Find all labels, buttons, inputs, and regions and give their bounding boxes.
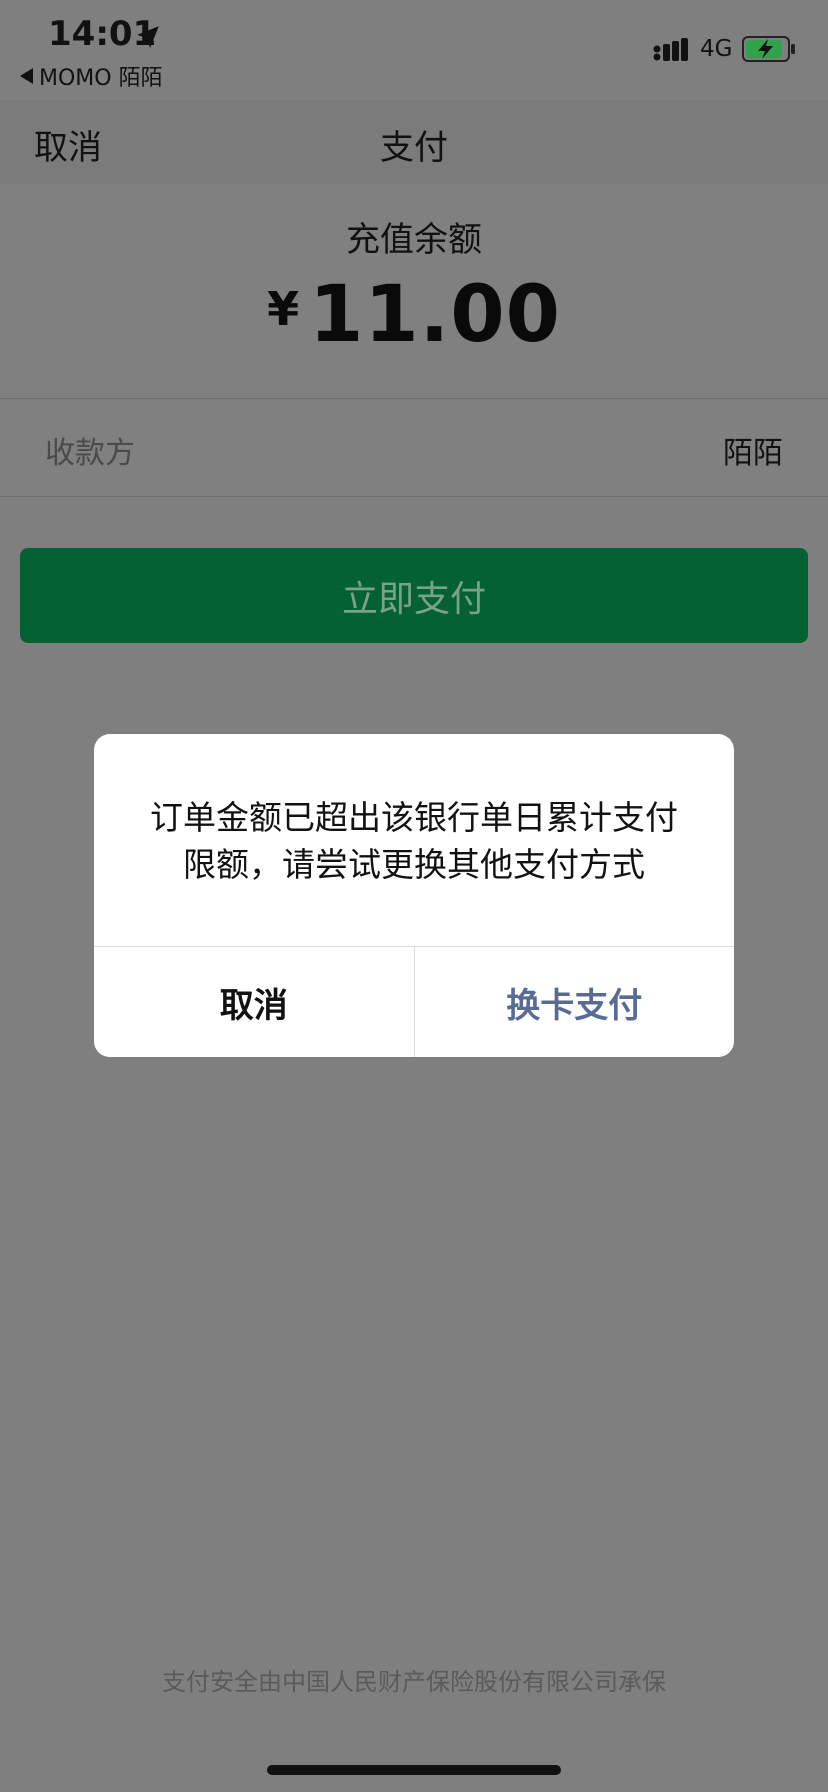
security-note: 支付安全由中国人民财产保险股份有限公司承保 xyxy=(162,1668,666,1696)
amount-display: ¥ 11.00 xyxy=(0,270,828,360)
payee-row: 收款方 陌陌 xyxy=(0,400,828,497)
alert-dialog: 订单金额已超出该银行单日累计支付限额，请尝试更换其他支付方式 取消 换卡支付 xyxy=(94,734,734,1057)
back-to-app-link[interactable]: MOMO 陌陌 xyxy=(20,60,163,92)
back-triangle-icon xyxy=(20,68,33,84)
dialog-message: 订单金额已超出该银行单日累计支付限额，请尝试更换其他支付方式 xyxy=(150,798,678,884)
amount-section: 充值余额 ¥ 11.00 xyxy=(0,184,828,399)
dialog-actions: 取消 换卡支付 xyxy=(94,947,734,1057)
dialog-cancel-button[interactable]: 取消 xyxy=(94,947,415,1057)
amount-value: 11.00 xyxy=(309,270,561,360)
payee-label: 收款方 xyxy=(45,436,135,471)
amount-label: 充值余额 xyxy=(346,220,482,260)
payee-value: 陌陌 xyxy=(723,436,783,471)
status-bar: 14:01 MOMO 陌陌 4G xyxy=(0,0,828,100)
location-arrow-icon xyxy=(137,26,159,48)
home-indicator[interactable] xyxy=(267,1765,561,1775)
page-title: 支付 xyxy=(380,128,448,168)
network-type: 4G xyxy=(700,36,733,62)
currency-symbol: ¥ xyxy=(267,282,300,336)
pay-now-button[interactable]: 立即支付 xyxy=(20,548,808,643)
back-app-label: MOMO 陌陌 xyxy=(39,66,163,91)
nav-bar: 取消 支付 xyxy=(0,100,828,184)
switch-card-button[interactable]: 换卡支付 xyxy=(414,947,734,1057)
battery-charging-icon xyxy=(742,36,795,62)
signal-icon xyxy=(653,38,688,61)
